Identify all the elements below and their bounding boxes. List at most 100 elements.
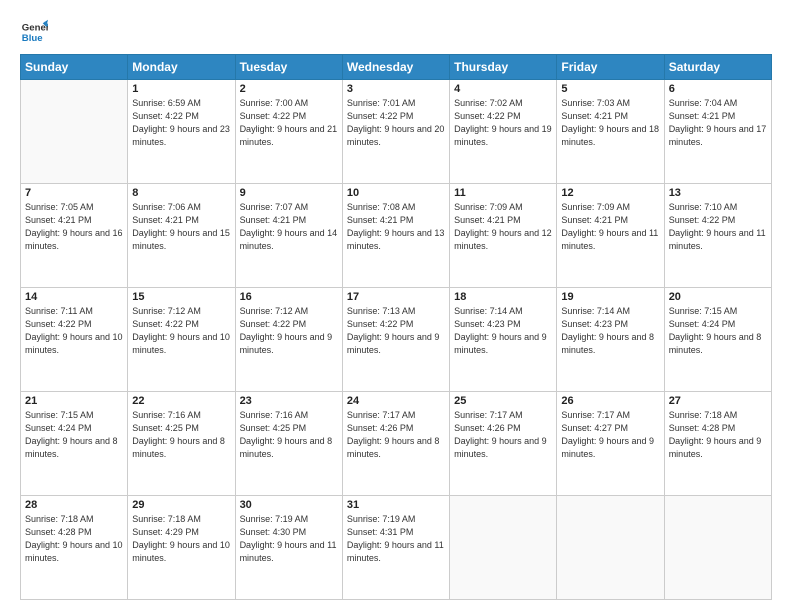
calendar-cell: 14 Sunrise: 7:11 AMSunset: 4:22 PMDayligh… [21,288,128,392]
day-info: Sunrise: 7:18 AMSunset: 4:28 PMDaylight:… [25,513,123,565]
sunrise-text: Sunrise: 7:05 AM [25,202,94,212]
day-number: 4 [454,83,552,95]
calendar-cell: 1Sunrise: 6:59 AMSunset: 4:22 PMDaylight… [128,80,235,184]
day-info: Sunrise: 7:14 AMSunset: 4:23 PMDaylight:… [454,305,552,357]
calendar-cell: 23Sunrise: 7:16 AMSunset: 4:25 PMDayligh… [235,392,342,496]
header: General Blue [20,18,772,46]
sunrise-text: Sunrise: 7:02 AM [454,98,523,108]
sunset-text: Sunset: 4:26 PM [454,423,521,433]
day-info: Sunrise: 7:10 AMSunset: 4:22 PMDaylight:… [669,201,767,253]
day-number: 30 [240,499,338,511]
sunrise-text: Sunrise: 7:03 AM [561,98,630,108]
weekday-header-sunday: Sunday [21,55,128,80]
calendar-cell: 26Sunrise: 7:17 AMSunset: 4:27 PMDayligh… [557,392,664,496]
daylight-text: Daylight: 9 hours and 11 minutes. [347,540,444,563]
calendar-week-1: 1Sunrise: 6:59 AMSunset: 4:22 PMDaylight… [21,80,772,184]
logo-icon: General Blue [20,18,48,46]
calendar-cell: 28 Sunrise: 7:18 AMSunset: 4:28 PMDayligh… [21,496,128,600]
sunset-text: Sunset: 4:22 PM [132,319,199,329]
sunrise-text: Sunrise: 7:15 AM [25,410,94,420]
calendar-week-5: 28 Sunrise: 7:18 AMSunset: 4:28 PMDayligh… [21,496,772,600]
sunset-text: Sunset: 4:25 PM [240,423,307,433]
day-number: 28 [25,499,123,511]
daylight-text: Daylight: 9 hours and 11 minutes. [561,228,658,251]
weekday-header-row: SundayMondayTuesdayWednesdayThursdayFrid… [21,55,772,80]
sunrise-text: Sunrise: 7:17 AM [347,410,416,420]
calendar-cell: 29Sunrise: 7:18 AMSunset: 4:29 PMDayligh… [128,496,235,600]
sunset-text: Sunset: 4:22 PM [240,319,307,329]
day-number: 29 [132,499,230,511]
day-number: 22 [132,395,230,407]
sunrise-text: Sunrise: 7:04 AM [669,98,738,108]
day-number: 14 [25,291,123,303]
daylight-text: Daylight: 9 hours and 19 minutes. [454,124,552,147]
sunset-text: Sunset: 4:23 PM [561,319,628,329]
calendar-cell: 10Sunrise: 7:08 AMSunset: 4:21 PMDayligh… [342,184,449,288]
sunset-text: Sunset: 4:21 PM [132,215,199,225]
calendar-cell: 19Sunrise: 7:14 AMSunset: 4:23 PMDayligh… [557,288,664,392]
sunset-text: Sunset: 4:22 PM [454,111,521,121]
daylight-text: Daylight: 9 hours and 16 minutes. [25,228,123,251]
daylight-text: Daylight: 9 hours and 8 minutes. [669,332,762,355]
sunset-text: Sunset: 4:21 PM [347,215,414,225]
day-number: 6 [669,83,767,95]
weekday-header-thursday: Thursday [450,55,557,80]
weekday-header-saturday: Saturday [664,55,771,80]
sunrise-text: Sunrise: 7:19 AM [347,514,416,524]
daylight-text: Daylight: 9 hours and 18 minutes. [561,124,659,147]
sunrise-text: Sunrise: 7:00 AM [240,98,309,108]
day-number: 18 [454,291,552,303]
sunrise-text: Sunrise: 7:09 AM [561,202,630,212]
sunset-text: Sunset: 4:21 PM [669,111,736,121]
weekday-header-friday: Friday [557,55,664,80]
sunrise-text: Sunrise: 7:16 AM [132,410,201,420]
calendar-cell: 27Sunrise: 7:18 AMSunset: 4:28 PMDayligh… [664,392,771,496]
day-number: 17 [347,291,445,303]
daylight-text: Daylight: 9 hours and 15 minutes. [132,228,230,251]
svg-text:Blue: Blue [22,33,43,44]
logo: General Blue [20,18,52,46]
calendar-cell: 25Sunrise: 7:17 AMSunset: 4:26 PMDayligh… [450,392,557,496]
daylight-text: Daylight: 9 hours and 9 minutes. [240,332,333,355]
day-number: 27 [669,395,767,407]
sunset-text: Sunset: 4:21 PM [240,215,307,225]
daylight-text: Daylight: 9 hours and 10 minutes. [25,540,123,563]
day-number: 15 [132,291,230,303]
day-info: Sunrise: 7:01 AMSunset: 4:22 PMDaylight:… [347,97,445,149]
day-info: Sunrise: 7:19 AM Sunset: 4:31 PM Daylight:… [347,513,445,565]
sunrise-text: Sunrise: 7:10 AM [669,202,738,212]
sunrise-text: Sunrise: 7:18 AM [25,514,94,524]
sunrise-text: Sunrise: 7:17 AM [561,410,630,420]
daylight-text: Daylight: 9 hours and 9 minutes. [347,332,440,355]
sunset-text: Sunset: 4:21 PM [25,215,92,225]
sunset-text: Sunset: 4:28 PM [669,423,736,433]
calendar-cell [450,496,557,600]
day-number: 11 [454,187,552,199]
day-info: Sunrise: 7:17 AMSunset: 4:26 PMDaylight:… [347,409,445,461]
daylight-text: Daylight: 9 hours and 20 minutes. [347,124,445,147]
day-number: 24 [347,395,445,407]
day-info: Sunrise: 6:59 AMSunset: 4:22 PMDaylight:… [132,97,230,149]
day-info: Sunrise: 7:09 AMSunset: 4:21 PMDaylight:… [561,201,659,253]
daylight-text: Daylight: 9 hours and 10 minutes. [132,540,230,563]
calendar-cell: 24 Sunrise: 7:17 AMSunset: 4:26 PMDayligh… [342,392,449,496]
calendar-cell: 20Sunrise: 7:15 AMSunset: 4:24 PMDayligh… [664,288,771,392]
day-info: Sunrise: 7:11 AMSunset: 4:22 PMDaylight:… [25,305,123,357]
day-number: 12 [561,187,659,199]
sunrise-text: Sunrise: 6:59 AM [132,98,201,108]
sunrise-text: Sunrise: 7:12 AM [132,306,201,316]
sunrise-text: Sunrise: 7:17 AM [454,410,523,420]
daylight-text: Daylight: 9 hours and 23 minutes. [132,124,230,147]
daylight-text: Daylight: 9 hours and 17 minutes. [669,124,767,147]
calendar-cell [557,496,664,600]
day-number: 31 [347,499,445,511]
day-number: 26 [561,395,659,407]
calendar-cell: 3Sunrise: 7:01 AMSunset: 4:22 PMDaylight… [342,80,449,184]
day-info: Sunrise: 7:17 AMSunset: 4:27 PMDaylight:… [561,409,659,461]
calendar-cell: 5Sunrise: 7:03 AMSunset: 4:21 PMDaylight… [557,80,664,184]
sunset-text: Sunset: 4:31 PM [347,527,414,537]
calendar-cell: 7Sunrise: 7:05 AMSunset: 4:21 PMDaylight… [21,184,128,288]
calendar-cell: 31 Sunrise: 7:19 AM Sunset: 4:31 PM Dayligh… [342,496,449,600]
day-number: 2 [240,83,338,95]
sunset-text: Sunset: 4:27 PM [561,423,628,433]
